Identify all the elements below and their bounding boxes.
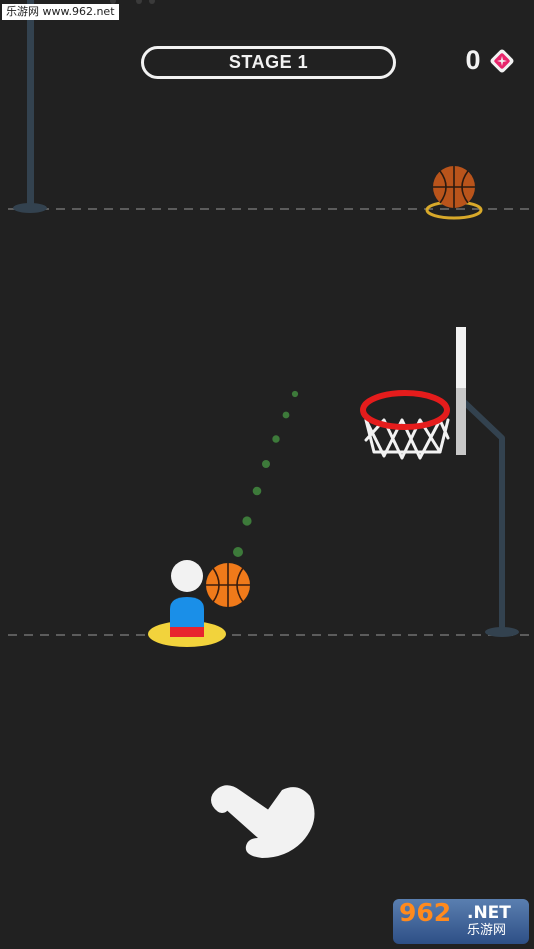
basketball-icon [425, 166, 483, 220]
watermark-logo-cn: 乐游网 [467, 923, 507, 938]
stage-label: STAGE 1 [228, 52, 309, 72]
hoop-icon [360, 327, 519, 637]
aim-dot [242, 516, 252, 526]
stage-indicator: STAGE 1 [141, 46, 396, 79]
previous-hoop-pole [13, 0, 155, 213]
watermark-top: 乐游网 www.962.net [2, 4, 119, 20]
aim-dot [272, 435, 280, 443]
watermark-logo-suffix: .NET [467, 903, 511, 923]
gem-icon [490, 49, 514, 73]
game-court[interactable] [0, 0, 534, 949]
basketball-icon[interactable] [206, 563, 250, 607]
aim-dot [262, 460, 270, 468]
watermark-logo-number: 962 [399, 899, 452, 927]
pointing-hand-icon [211, 785, 315, 858]
player[interactable] [170, 560, 204, 637]
watermark-logo: 962 .NET 乐游网 [393, 899, 529, 944]
aim-dot [252, 486, 262, 496]
aim-dot [282, 411, 290, 419]
aim-dot [233, 547, 243, 557]
aim-dot [291, 390, 299, 398]
aim-trajectory [233, 390, 299, 557]
gem-count: 0 [465, 45, 481, 75]
